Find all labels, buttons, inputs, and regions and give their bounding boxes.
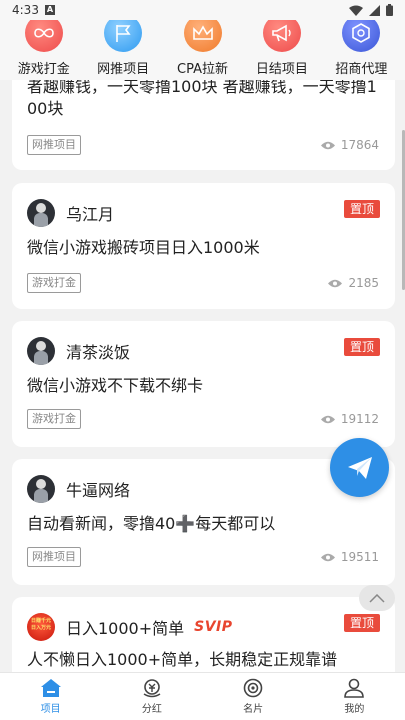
crown-icon xyxy=(192,25,213,40)
category-label: 游戏打金 xyxy=(17,62,70,77)
tab-label: 分红 xyxy=(141,704,162,715)
view-count: 19511 xyxy=(320,550,379,564)
status-icons xyxy=(349,4,393,16)
category-tag[interactable]: 游戏打金 xyxy=(27,273,81,293)
category-item-cpa[interactable]: CPA拉新 xyxy=(163,14,242,77)
feed-card[interactable]: 清茶淡饭 置顶 微信小游戏不下载不绑卡 游戏打金 19112 xyxy=(12,321,395,447)
category-tag[interactable]: 网推项目 xyxy=(27,547,81,567)
person-icon xyxy=(344,678,365,698)
author-name: 清茶淡饭 xyxy=(66,343,131,362)
avatar: 日赚千元 日入万元 xyxy=(27,613,55,641)
back-to-top-button[interactable] xyxy=(359,585,395,611)
post-title-text: 每天都可以 xyxy=(195,514,276,533)
battery-icon xyxy=(386,4,393,16)
view-count: 17864 xyxy=(320,138,379,152)
bottom-tab-bar: 项目 分红 名片 我的 xyxy=(0,672,405,720)
post-title: 微信小游戏搬砖项目日入1000米 xyxy=(27,238,260,257)
post-author[interactable]: 清茶淡饭 xyxy=(27,337,130,365)
tab-label: 我的 xyxy=(344,704,365,715)
status-bar: 4:33 A xyxy=(0,0,405,20)
megaphone-icon xyxy=(272,24,291,42)
post-author[interactable]: 牛逼网络 xyxy=(27,475,130,503)
post-title-text: 自动看新闻，零撸40 xyxy=(27,514,176,533)
chevron-up-icon xyxy=(369,593,385,603)
post-title: 人不懒日入1000+简单，长期稳定正规靠谱 xyxy=(27,650,338,669)
svip-badge: SVIP xyxy=(194,619,233,635)
signal-icon xyxy=(369,4,380,16)
avatar-text: 日赚千元 日入万元 xyxy=(30,618,51,631)
tab-projects[interactable]: 项目 xyxy=(16,678,86,715)
author-name: 日入1000+简单 xyxy=(66,619,185,638)
wifi-icon xyxy=(349,5,363,16)
flag-icon xyxy=(116,25,131,42)
avatar xyxy=(27,475,55,503)
post-author[interactable]: 乌江月 xyxy=(27,199,114,227)
eye-icon xyxy=(320,553,335,561)
category-nav: 游戏打金 网推项目 CPA拉新 日结项目 招商代理 xyxy=(0,14,405,80)
post-title: 自动看新闻，零撸40➕每天都可以 xyxy=(27,513,275,535)
home-icon xyxy=(40,679,61,697)
category-label: 日结项目 xyxy=(255,62,308,77)
plus-emoji: ➕ xyxy=(175,514,196,533)
target-icon xyxy=(243,678,263,698)
avatar xyxy=(27,337,55,365)
view-count: 2185 xyxy=(328,276,379,290)
category-item-game-gold[interactable]: 游戏打金 xyxy=(4,14,83,77)
view-count: 19112 xyxy=(320,412,379,426)
status-time: 4:33 xyxy=(12,3,39,17)
notification-badge: A xyxy=(44,5,55,15)
dividend-icon xyxy=(143,679,161,698)
category-label: 招商代理 xyxy=(335,62,388,77)
category-label: CPA拉新 xyxy=(177,62,228,77)
paper-plane-icon xyxy=(347,456,372,479)
tab-dividends[interactable]: 分红 xyxy=(117,678,187,715)
pinned-badge: 置顶 xyxy=(343,614,380,632)
tab-business-card[interactable]: 名片 xyxy=(218,678,288,715)
avatar xyxy=(27,199,55,227)
category-tag[interactable]: 网推项目 xyxy=(27,135,81,155)
category-tag[interactable]: 游戏打金 xyxy=(27,409,81,429)
tab-label: 项目 xyxy=(40,704,61,715)
post-title-line: 00块 xyxy=(27,99,64,118)
category-item-agency[interactable]: 招商代理 xyxy=(322,14,401,77)
publish-button[interactable] xyxy=(330,438,389,497)
view-count-value: 17864 xyxy=(340,138,379,152)
view-count-value: 2185 xyxy=(348,276,379,290)
tab-profile[interactable]: 我的 xyxy=(319,678,389,715)
category-item-daily-settle[interactable]: 日结项目 xyxy=(242,14,321,77)
eye-icon xyxy=(320,415,335,423)
eye-icon xyxy=(320,141,335,149)
category-item-web-promo[interactable]: 网推项目 xyxy=(83,14,162,77)
pinned-badge: 置顶 xyxy=(343,338,380,356)
hexagon-icon xyxy=(352,23,371,43)
view-count-value: 19511 xyxy=(340,550,379,564)
post-title: 微信小游戏不下载不绑卡 xyxy=(27,376,204,395)
post-author[interactable]: 日赚千元 日入万元 日入1000+简单 SVIP xyxy=(27,613,233,641)
post-title: 者趣赚钱，一天零撸100块 者趣赚钱，一天零撸1 00块 xyxy=(27,76,387,120)
tab-label: 名片 xyxy=(243,704,264,715)
author-name: 乌江月 xyxy=(66,205,115,224)
eye-icon xyxy=(328,279,343,287)
author-name: 牛逼网络 xyxy=(66,481,131,500)
infinity-icon xyxy=(33,28,54,38)
category-label: 网推项目 xyxy=(97,62,150,77)
feed-card[interactable]: 乌江月 置顶 微信小游戏搬砖项目日入1000米 游戏打金 2185 xyxy=(12,183,395,309)
view-count-value: 19112 xyxy=(340,412,379,426)
pinned-badge: 置顶 xyxy=(343,200,380,218)
